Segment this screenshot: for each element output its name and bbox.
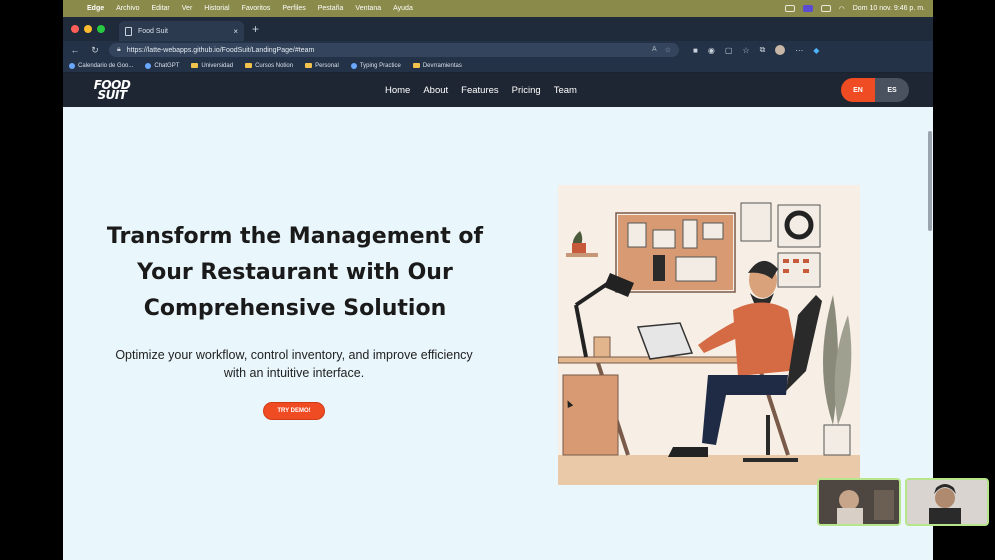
tab-bar: Food Suit × + (63, 17, 933, 41)
chatgpt-icon (145, 62, 152, 69)
zoom-window-button[interactable] (97, 25, 105, 33)
browser-toolbar: ← ↻ 🔒︎ https://latte-webapps.github.io/F… (63, 41, 933, 59)
hero-illustration (558, 185, 860, 485)
minimize-window-button[interactable] (84, 25, 92, 33)
lock-icon[interactable]: 🔒︎ (117, 46, 121, 54)
language-toggle: EN ES (841, 78, 909, 102)
try-demo-button[interactable]: TRY DEMO! (263, 402, 325, 420)
tray-icon[interactable] (784, 5, 795, 12)
more-icon[interactable]: ⋯ (795, 46, 803, 55)
folder-icon (305, 63, 313, 68)
bookmark-label: Cursos Notion (255, 62, 294, 69)
bookmark-item[interactable]: Typing Practice (350, 62, 401, 69)
split-screen-icon[interactable]: ▢ (725, 46, 733, 55)
folder-icon (245, 63, 253, 68)
hero-subtitle: Optimize your workflow, control inventor… (115, 348, 473, 380)
bookmark-label: ChatGPT (154, 62, 180, 69)
nav-links: Home About Features Pricing Team (385, 73, 577, 107)
bookmark-folder[interactable]: Devrramientas (412, 62, 462, 69)
participant-video (907, 480, 987, 524)
page-icon (125, 26, 132, 36)
bookmark-label: Devrramientas (422, 62, 462, 69)
address-actions: A ☆ (652, 46, 671, 54)
bookmark-item[interactable]: Calendario de Goo... (69, 62, 134, 69)
menu-editar[interactable]: Editar (151, 5, 169, 12)
reload-icon[interactable]: ↻ (89, 45, 101, 56)
site-logo[interactable]: FOOD SUIT (87, 79, 137, 101)
address-bar[interactable]: 🔒︎ https://latte-webapps.github.io/FoodS… (109, 43, 679, 57)
bookmarks-bar: Calendario de Goo... ChatGPT Universidad… (63, 59, 933, 73)
tab-food-suit[interactable]: Food Suit × (119, 21, 244, 41)
extensions: ■ ◉ ▢ ☆ ⧉ ⋯ ◆ (693, 45, 819, 55)
favorite-star-icon[interactable]: ☆ (665, 46, 671, 54)
video-call-participant[interactable] (817, 478, 901, 526)
profile-avatar[interactable] (775, 45, 786, 55)
status-tray: ◠ Dom 10 nov. 9:46 p. m. (784, 5, 925, 13)
nav-team[interactable]: Team (554, 85, 577, 96)
copilot-icon[interactable]: ◆ (813, 46, 819, 55)
window-controls (71, 25, 105, 33)
menu-ayuda[interactable]: Ayuda (393, 5, 413, 12)
menu-ventana[interactable]: Ventana (355, 5, 381, 12)
tab-title: Food Suit (138, 27, 168, 35)
address-url[interactable]: https://latte-webapps.github.io/FoodSuit… (127, 47, 315, 54)
site-navbar: FOOD SUIT Home About Features Pricing Te… (63, 73, 933, 107)
bookmark-folder[interactable]: Universidad (191, 63, 233, 69)
participant-video (819, 480, 899, 524)
mac-menubar: Edge Archivo Editar Ver Historial Favori… (63, 0, 933, 17)
bookmark-label: Typing Practice (359, 62, 401, 69)
calendar-icon (69, 62, 75, 69)
back-icon[interactable]: ← (69, 45, 81, 55)
landing-page: FOOD SUIT Home About Features Pricing Te… (63, 73, 933, 560)
collections-icon[interactable]: ⧉ (760, 45, 766, 55)
screen-record-icon[interactable] (802, 5, 813, 12)
screen: Edge Archivo Editar Ver Historial Favori… (0, 0, 995, 560)
menu-app[interactable]: Edge (87, 5, 104, 12)
menu-ver[interactable]: Ver (182, 5, 193, 12)
lang-en-button[interactable]: EN (841, 78, 875, 102)
battery-icon[interactable] (820, 5, 831, 12)
menu-pestana[interactable]: Pestaña (318, 5, 344, 12)
bookmark-label: Universidad (201, 62, 234, 69)
hero-title: Transform the Management of Your Restaur… (106, 224, 484, 321)
close-window-button[interactable] (71, 25, 79, 33)
menu-archivo[interactable]: Archivo (116, 5, 139, 12)
bookmark-label: Calendario de Goo... (78, 62, 134, 69)
nav-pricing[interactable]: Pricing (512, 85, 541, 96)
menu-favoritos[interactable]: Favoritos (242, 5, 271, 12)
bookmark-folder[interactable]: Personal (305, 63, 339, 69)
wifi-icon[interactable]: ◠ (839, 5, 845, 13)
bookmark-item[interactable]: ChatGPT (145, 62, 180, 69)
bookmark-label: Personal (315, 62, 339, 69)
extension-icon[interactable]: ◉ (708, 46, 715, 55)
typing-icon (350, 62, 357, 69)
clock[interactable]: Dom 10 nov. 9:46 p. m. (853, 5, 925, 12)
folder-icon (191, 63, 199, 68)
menu-perfiles[interactable]: Perfiles (282, 5, 305, 12)
nav-about[interactable]: About (423, 85, 448, 96)
new-tab-button[interactable]: + (252, 22, 259, 36)
menu-historial[interactable]: Historial (204, 5, 229, 12)
close-tab-icon[interactable]: × (233, 27, 238, 36)
nav-home[interactable]: Home (385, 85, 410, 96)
video-call-participant[interactable] (905, 478, 989, 526)
scrollbar[interactable] (928, 131, 932, 231)
folder-icon (412, 63, 420, 68)
nav-features[interactable]: Features (461, 85, 499, 96)
read-aloud-icon[interactable]: A (652, 46, 657, 54)
lang-es-button[interactable]: ES (875, 78, 909, 102)
browser-window: Food Suit × + ← ↻ 🔒︎ https://latte-webap… (63, 17, 933, 560)
favorites-icon[interactable]: ☆ (742, 46, 749, 55)
bookmark-folder[interactable]: Cursos Notion (245, 63, 293, 69)
extension-icon[interactable]: ■ (693, 46, 698, 55)
